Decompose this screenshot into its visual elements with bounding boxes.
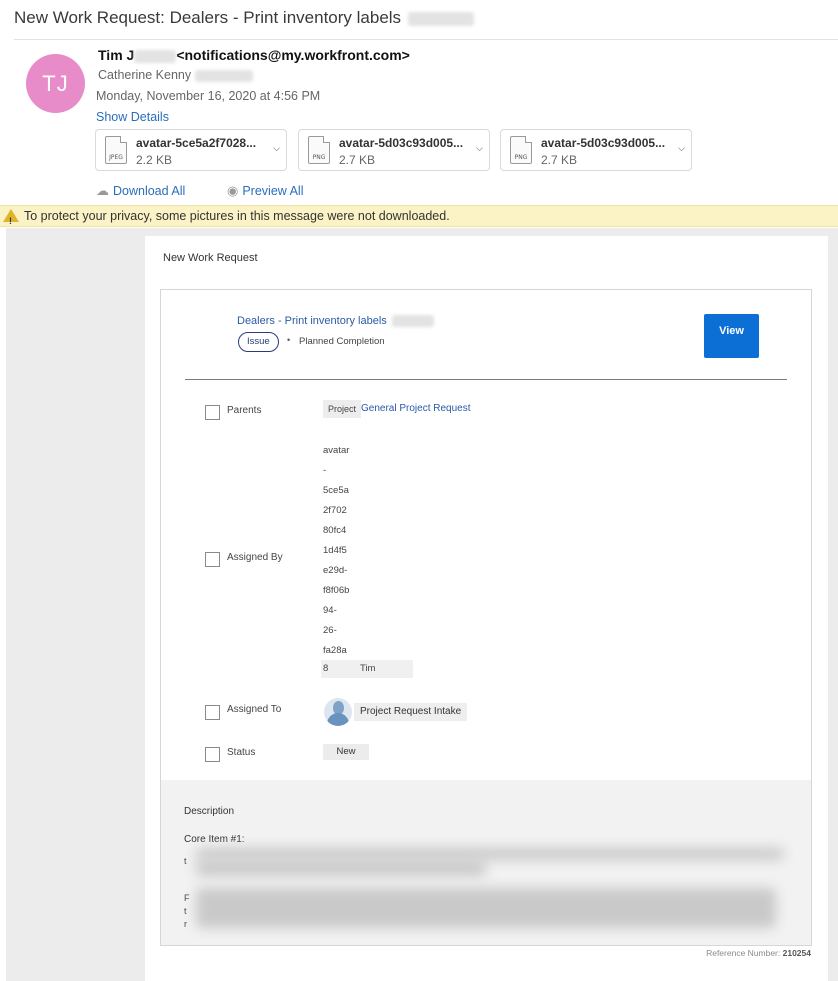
assigned-by-line: 94- — [323, 605, 337, 616]
preview-all-label: Preview All — [242, 184, 304, 198]
png-file-icon: PNG — [510, 136, 532, 164]
download-all-label: Download All — [113, 184, 186, 198]
chevron-down-icon[interactable]: ⌵ — [678, 143, 685, 154]
assigned-by-checkbox[interactable] — [205, 552, 220, 567]
task-title-link[interactable]: Dealers - Print inventory labels — [237, 315, 434, 328]
separator-dot: • — [287, 335, 291, 345]
avatar-initials: TJ — [42, 70, 69, 96]
assigned-to-checkbox[interactable] — [205, 705, 220, 720]
png-file-icon: PNG — [308, 136, 330, 164]
assigned-by-line: avatar — [323, 445, 350, 456]
cloud-download-icon: ☁ — [96, 183, 109, 198]
chevron-down-icon[interactable]: ⌵ — [273, 143, 280, 154]
assigned-by-line: - — [323, 465, 327, 476]
parents-label: Parents — [227, 405, 262, 416]
redacted-text — [196, 848, 784, 860]
description-label: Description — [184, 806, 235, 817]
status-label: Status — [227, 747, 256, 758]
description-fragment: F — [184, 893, 190, 903]
assigned-to-value: Project Request Intake — [354, 703, 468, 721]
email-date: Monday, November 16, 2020 at 4:56 PM — [96, 89, 321, 103]
task-title: Dealers - Print inventory labels — [237, 315, 387, 327]
assigned-to-label: Assigned To — [227, 704, 282, 715]
privacy-text: To protect your privacy, some pictures i… — [24, 209, 450, 223]
assigned-by-line: fa28a — [323, 645, 347, 656]
recipient-line: Catherine Kenny — [98, 68, 253, 82]
email-subject: New Work Request: Dealers - Print invent… — [14, 8, 474, 28]
body-header: New Work Request — [163, 252, 258, 264]
attachment-3[interactable]: PNG avatar-5d03c93d005... 2.7 KB ⌵ — [500, 129, 692, 171]
issue-badge: Issue — [238, 332, 279, 352]
assigned-by-line: 5ce5a — [323, 485, 349, 496]
assigned-by-line: 80fc4 — [323, 525, 347, 536]
warning-icon: ! — [3, 209, 19, 226]
attachment-2[interactable]: PNG avatar-5d03c93d005... 2.7 KB ⌵ — [298, 129, 490, 171]
sender-address: <notifications@my.workfront.com> — [176, 47, 410, 63]
section-divider — [185, 379, 787, 380]
attachment-size: 2.7 KB — [541, 153, 578, 167]
redacted-text — [196, 860, 486, 876]
description-fragment: r — [184, 919, 187, 929]
reference-label: Reference Number: — [706, 948, 781, 958]
sender-line[interactable]: Tim J <notifications@my.workfront.com> — [98, 47, 410, 63]
reference-number: Reference Number: 210254 — [706, 948, 811, 958]
privacy-banner: ! To protect your privacy, some pictures… — [0, 205, 838, 227]
assigned-by-line: e29d- — [323, 565, 348, 576]
sender-name: Tim J — [98, 47, 135, 63]
show-details-link[interactable]: Show Details — [96, 110, 169, 124]
attachment-size: 2.7 KB — [339, 153, 376, 167]
attachment-name: avatar-5d03c93d005... — [541, 136, 666, 150]
assigned-by-label: Assigned By — [227, 552, 283, 563]
preview-all-button[interactable]: ◉ Preview All — [227, 183, 303, 199]
user-avatar-icon — [324, 698, 352, 726]
description-fragment: t — [184, 906, 187, 916]
planned-completion: Planned Completion — [299, 336, 385, 347]
redacted-text — [194, 69, 253, 82]
description-fragment: t — [184, 856, 187, 866]
assigned-by-line: 26- — [323, 625, 337, 636]
attachment-name: avatar-5d03c93d005... — [339, 136, 464, 150]
download-all-button[interactable]: ☁ Download All — [96, 183, 185, 199]
chevron-down-icon[interactable]: ⌵ — [476, 143, 483, 154]
status-badge: New — [323, 744, 369, 760]
redacted-text — [407, 11, 474, 26]
assigned-by-line: 8 — [323, 663, 329, 674]
assigned-by-line: 2f702 — [323, 505, 347, 516]
parent-project-link[interactable]: General Project Request — [361, 403, 471, 414]
assigned-by-name: Tim — [360, 663, 376, 674]
eye-icon: ◉ — [227, 183, 239, 198]
view-button[interactable]: View — [704, 314, 759, 358]
jpeg-file-icon: JPEG — [105, 136, 127, 164]
reference-value: 210254 — [782, 948, 811, 958]
subject-text: New Work Request: Dealers - Print invent… — [14, 8, 402, 27]
parents-checkbox[interactable] — [205, 405, 220, 420]
assigned-by-user-tag: 8 Tim — [321, 660, 413, 678]
assigned-by-line: 1d4f5 — [323, 545, 347, 556]
redacted-text — [391, 315, 434, 328]
attachment-name: avatar-5ce5a2f7028... — [136, 136, 257, 150]
sender-avatar: TJ — [26, 54, 85, 113]
attachment-1[interactable]: JPEG avatar-5ce5a2f7028... 2.2 KB ⌵ — [95, 129, 287, 171]
attachment-size: 2.2 KB — [136, 153, 173, 167]
redacted-text — [134, 49, 177, 63]
recipient-name: Catherine Kenny — [98, 68, 192, 82]
project-tag: Project — [323, 400, 362, 418]
core-item-heading: Core Item #1: — [184, 834, 245, 845]
assigned-by-line: f8f06b — [323, 585, 350, 596]
redacted-text — [196, 888, 776, 928]
header-divider — [14, 39, 838, 40]
status-checkbox[interactable] — [205, 747, 220, 762]
